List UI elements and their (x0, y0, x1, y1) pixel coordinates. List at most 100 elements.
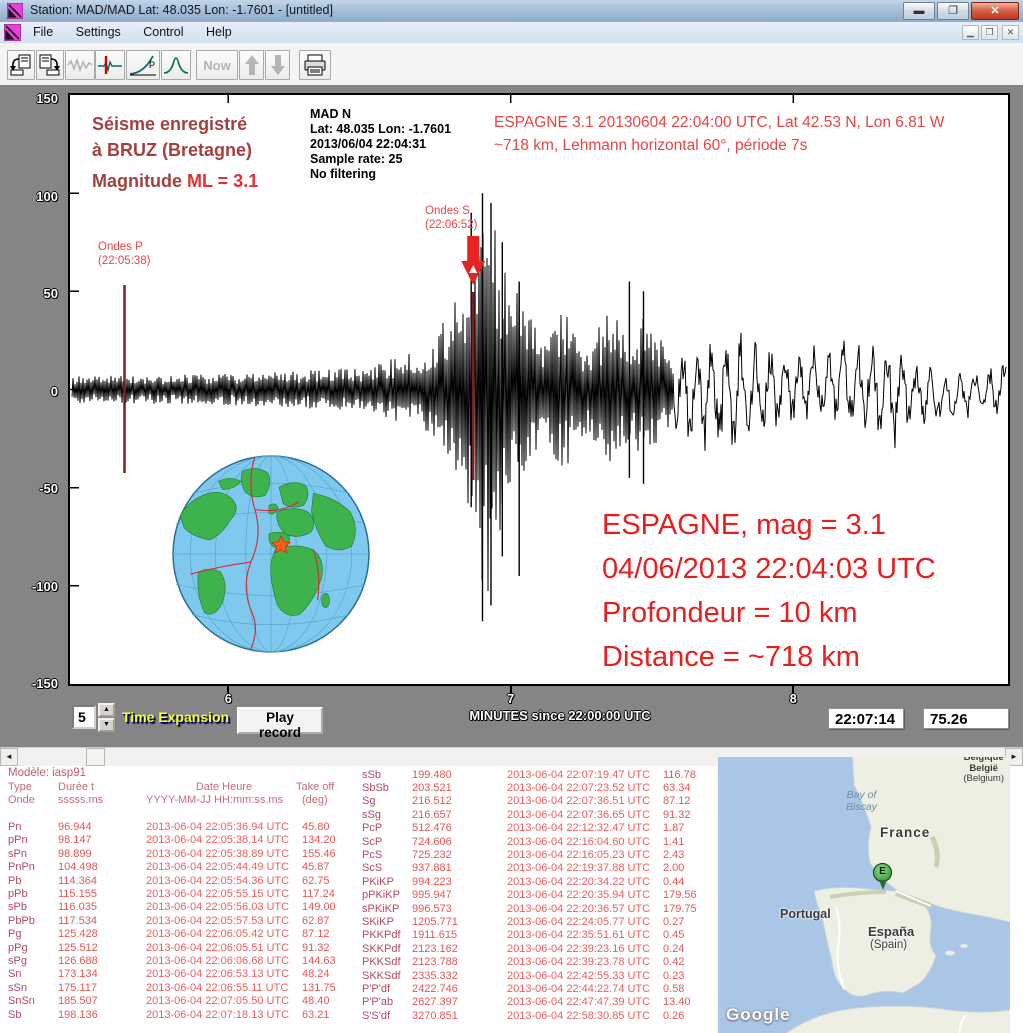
save-file-icon (38, 53, 62, 77)
phase-row: SbSb203.5212013-06-04 22:07:23.52 UTC63.… (362, 782, 722, 795)
phase-duration: 937.881 (412, 862, 507, 875)
phase-row: SKKSdf2335.3322013-06-04 22:42:55.33 UTC… (362, 970, 722, 983)
phase-name: sSn (8, 982, 58, 995)
phase-name: S'S'df (362, 1010, 412, 1023)
menu-control[interactable]: Control (134, 22, 192, 42)
phase-datetime: 2013-06-04 22:24:05.77 UTC (507, 916, 663, 929)
scroll-down-button[interactable] (265, 50, 290, 80)
time-expansion-down-button[interactable]: ▼ (98, 718, 115, 732)
phase-duration: 117.534 (58, 915, 146, 928)
mdi-close-button[interactable]: ✕ (1002, 25, 1019, 40)
arrow-down-icon (270, 54, 286, 76)
now-button[interactable]: Now (196, 50, 238, 80)
phase-name: sSg (362, 809, 412, 822)
menu-file[interactable]: File (24, 22, 62, 42)
print-button[interactable] (299, 50, 331, 80)
phase-takeoff: 87.12 (663, 795, 719, 808)
menu-help[interactable]: Help (197, 22, 241, 42)
phase-name: SKKSdf (362, 970, 412, 983)
x-tick-label: 8 (781, 692, 805, 706)
phase-row: ScP724.6062013-06-04 22:16:04.60 UTC1.41 (362, 836, 722, 849)
event-header: ESPAGNE 3.1 20130604 22:04:00 UTC, Lat 4… (494, 111, 944, 157)
phase-takeoff: 48.40 (302, 995, 362, 1008)
phase-takeoff: 2.00 (663, 862, 719, 875)
time-expansion-input[interactable] (72, 705, 96, 729)
scroll-left-button[interactable]: ◄ (0, 748, 18, 766)
location-map[interactable]: Bay ofBiscay France Portugal España (Spa… (718, 757, 1010, 1033)
phase-row: PKiKP994.2232013-06-04 22:20:34.22 UTC0.… (362, 876, 722, 889)
y-tick-label: 50 (14, 286, 58, 302)
phase-datetime: 2013-06-04 22:12:32.47 UTC (507, 822, 663, 835)
phase-row: PnPn104.4982013-06-04 22:05:44.49 UTC45.… (8, 861, 368, 874)
phase-row: sSg216.6572013-06-04 22:07:36.65 UTC91.3… (362, 809, 722, 822)
pick-phase-button[interactable] (95, 50, 125, 80)
phase-duration: 115.155 (58, 888, 146, 901)
phase-datetime: 2013-06-04 22:06:55.11 UTC (146, 982, 302, 995)
open-file-button[interactable] (7, 50, 35, 80)
phase-datetime: 2013-06-04 22:16:04.60 UTC (507, 836, 663, 849)
cursor-amplitude-field[interactable] (923, 708, 1009, 729)
cursor-time-field[interactable] (828, 708, 904, 729)
phase-duration: 725.232 (412, 849, 507, 862)
phase-name: pPb (8, 888, 58, 901)
play-record-button[interactable]: Play record (237, 707, 323, 734)
y-tick-label: 100 (14, 189, 58, 205)
phase-duration: 175.117 (58, 982, 146, 995)
phase-duration: 2335.332 (412, 970, 507, 983)
phase-name: SnSn (8, 995, 58, 1008)
phase-takeoff: 63.34 (663, 782, 719, 795)
phase-duration: 173.134 (58, 968, 146, 981)
time-expansion-up-button[interactable]: ▲ (98, 703, 115, 717)
phase-datetime: 2013-06-04 22:44:22.74 UTC (507, 983, 663, 996)
phase-name: Pb (8, 875, 58, 888)
mdi-minimize-button[interactable]: ▁ (962, 25, 979, 40)
phase-duration: 199.480 (412, 769, 507, 782)
minimize-button[interactable]: ▬ (903, 2, 935, 20)
restore-button[interactable]: ❐ (937, 2, 969, 20)
phase-takeoff: 91.32 (302, 942, 362, 955)
phase-row: SnSn185.5072013-06-04 22:07:05.50 UTC48.… (8, 995, 368, 1008)
phase-row: SKKPdf2123.1622013-06-04 22:39:23.16 UTC… (362, 943, 722, 956)
menu-bar: File Settings Control Help ▁ ❐ ✕ (0, 22, 1023, 44)
phase-datetime: 2013-06-04 22:07:23.52 UTC (507, 782, 663, 795)
bay-of-biscay-label: Bay ofBiscay (846, 789, 877, 813)
arrow-up-icon (244, 54, 260, 76)
phase-datetime: 2013-06-04 22:06:53.13 UTC (146, 968, 302, 981)
menu-settings[interactable]: Settings (67, 22, 130, 42)
phase-takeoff: 0.27 (663, 916, 719, 929)
mdi-restore-button[interactable]: ❐ (981, 25, 998, 40)
phase-row: Pb114.3642013-06-04 22:05:54.36 UTC62.75 (8, 875, 368, 888)
scrollbar-thumb[interactable] (86, 748, 105, 766)
app-icon (7, 3, 23, 19)
waveform-button[interactable] (65, 50, 95, 80)
phase-name: sPg (8, 955, 58, 968)
phase-takeoff: 0.42 (663, 956, 719, 969)
svg-text:P: P (149, 60, 155, 70)
s-wave-label: Ondes S (22:06:52) (425, 205, 477, 232)
phase-takeoff: 134.20 (302, 834, 362, 847)
save-file-button[interactable] (36, 50, 64, 80)
close-button[interactable]: ✕ (971, 2, 1019, 20)
seismogram-plot[interactable]: Séisme enregistré à BRUZ (Bretagne) Magn… (68, 93, 1010, 686)
phase-takeoff: 13.40 (663, 996, 719, 1009)
filter-p-button[interactable]: P (126, 50, 160, 80)
phase-takeoff: 155.46 (302, 848, 362, 861)
phase-takeoff: 179.75 (663, 903, 719, 916)
phase-row: sSn175.1172013-06-04 22:06:55.11 UTC131.… (8, 982, 368, 995)
phase-name: SKiKP (362, 916, 412, 929)
phase-datetime: 2013-06-04 22:07:05.50 UTC (146, 995, 302, 1008)
phase-datetime: 2013-06-04 22:47:47.39 UTC (507, 996, 663, 1009)
phase-takeoff: 63.21 (302, 1009, 362, 1022)
phase-name: PKiKP (362, 876, 412, 889)
gaussian-button[interactable] (161, 50, 191, 80)
scroll-up-button[interactable] (239, 50, 264, 80)
france-label: France (880, 825, 930, 840)
phase-duration: 216.512 (412, 795, 507, 808)
phase-name: Sb (8, 1009, 58, 1022)
phase-duration: 2123.788 (412, 956, 507, 969)
phase-duration: 216.657 (412, 809, 507, 822)
phase-takeoff: 0.26 (663, 1010, 719, 1023)
phase-name: pPg (8, 942, 58, 955)
phase-name: ScS (362, 862, 412, 875)
phase-datetime: 2013-06-04 22:39:23.16 UTC (507, 943, 663, 956)
